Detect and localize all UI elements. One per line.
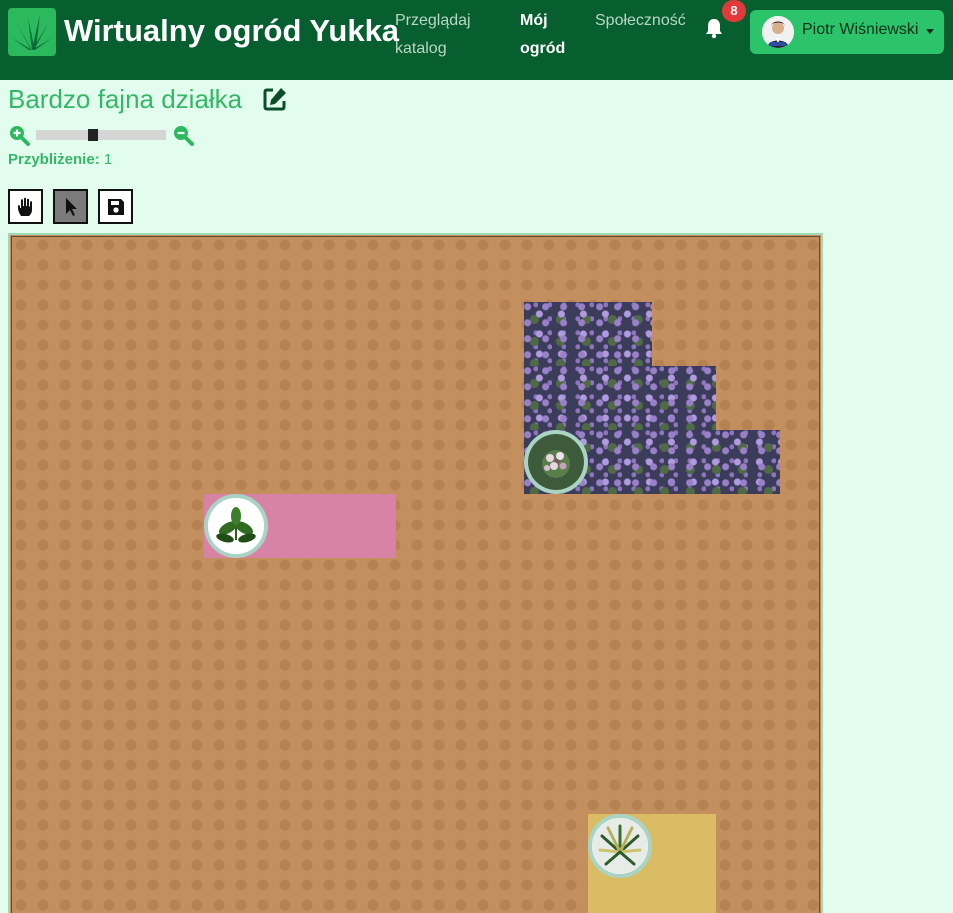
navbar: Wirtualny ogród Yukka Przeglądaj katalog… xyxy=(0,0,953,80)
nav-link-catalog-line2: katalog xyxy=(395,40,447,57)
avatar xyxy=(762,16,794,48)
lavender-bed-segment[interactable] xyxy=(524,302,652,366)
nav-link-catalog-line1: Przeglądaj xyxy=(395,12,471,29)
garden-canvas[interactable] xyxy=(8,233,823,913)
save-tool-button[interactable] xyxy=(98,189,133,224)
cursor-icon xyxy=(66,198,77,216)
pointer-tool-button[interactable] xyxy=(53,189,88,224)
zoom-out-icon[interactable] xyxy=(172,124,194,146)
hand-tool-button[interactable] xyxy=(8,189,43,224)
lavender-plant-icon[interactable] xyxy=(524,430,588,494)
zoom-slider[interactable] xyxy=(36,129,166,141)
zoom-level-label: Przybliżenie: xyxy=(8,151,100,168)
edit-icon[interactable] xyxy=(262,86,288,112)
page-title: Bardzo fajna działka xyxy=(8,84,243,114)
nav-link-community-line1: Społeczność xyxy=(595,12,686,29)
nav-link-catalog[interactable]: Przeglądaj katalog xyxy=(395,9,471,61)
chevron-down-icon xyxy=(926,29,934,34)
spiky-plant-icon[interactable] xyxy=(588,814,652,878)
nav-link-my-garden[interactable]: Mój ogród xyxy=(520,9,565,61)
nav-link-community[interactable]: Społeczność xyxy=(595,9,686,33)
leafy-plant-icon[interactable] xyxy=(204,494,268,558)
zoom-level-text: Przybliżenie: 1 xyxy=(8,151,112,168)
nav-link-my-garden-line2: ogród xyxy=(520,40,566,57)
user-menu-button[interactable]: Piotr Wiśniewski xyxy=(750,10,944,54)
zoom-level-value: 1 xyxy=(103,151,113,168)
user-name: Piotr Wiśniewski xyxy=(802,21,919,38)
zoom-in-icon[interactable] xyxy=(8,124,30,146)
garden-canvas-border xyxy=(11,236,820,913)
nav-link-my-garden-line1: Mój xyxy=(520,12,548,29)
yukka-logo-icon[interactable] xyxy=(8,8,56,56)
brand-title[interactable]: Wirtualny ogród Yukka xyxy=(64,13,399,49)
zoom-slider-handle[interactable] xyxy=(88,129,99,141)
save-icon xyxy=(108,199,124,215)
notifications-bell-icon[interactable] xyxy=(704,17,724,39)
hand-icon xyxy=(18,197,32,216)
notifications-badge[interactable]: 8 xyxy=(722,0,746,22)
lavender-bed-segment[interactable] xyxy=(524,366,716,430)
